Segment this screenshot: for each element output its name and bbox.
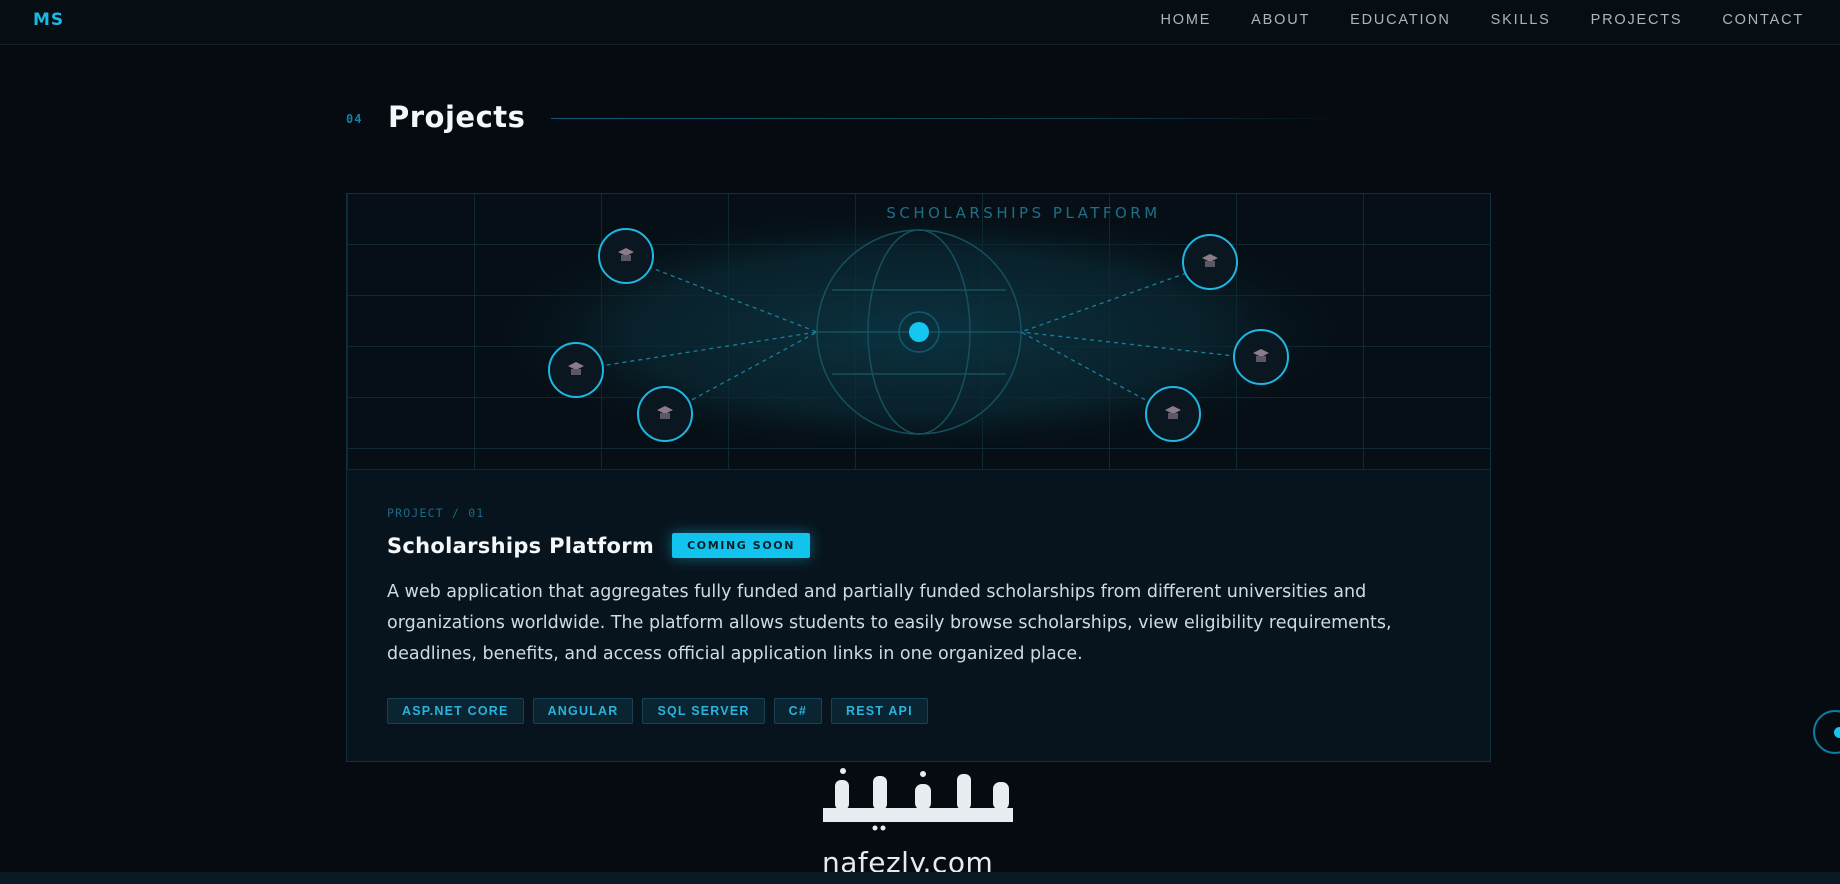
- nav-contact[interactable]: CONTACT: [1722, 12, 1804, 28]
- banner-title: SCHOLARSHIPS PLATFORM: [886, 204, 1161, 222]
- scholarship-node: [1182, 234, 1238, 290]
- tech-tag: SQL SERVER: [642, 698, 765, 724]
- project-details: PROJECT / 01 Scholarships Platform COMIN…: [387, 506, 1457, 724]
- nav-projects[interactable]: PROJECTS: [1591, 12, 1683, 28]
- network-illustration: [504, 214, 1334, 450]
- tech-tags: ASP.NET CORE ANGULAR SQL SERVER C# REST …: [387, 698, 928, 724]
- nav-skills[interactable]: SKILLS: [1491, 12, 1551, 28]
- project-banner: SCHOLARSHIPS PLATFORM: [347, 194, 1490, 470]
- scroll-indicator[interactable]: [1813, 710, 1840, 754]
- next-section-edge: [0, 872, 1840, 884]
- site-logo[interactable]: MS: [33, 10, 64, 30]
- nav-home[interactable]: HOME: [1160, 12, 1211, 28]
- project-card[interactable]: SCHOLARSHIPS PLATFORM PROJECT / 01 Schol…: [346, 193, 1491, 762]
- tech-tag: C#: [773, 698, 822, 724]
- watermark-logo: [823, 768, 1013, 831]
- section-title: Projects: [388, 100, 526, 134]
- scholarship-node: [598, 228, 654, 284]
- scholarship-node: [1145, 386, 1201, 442]
- top-navbar: MS HOME ABOUT EDUCATION SKILLS PROJECTS …: [0, 0, 1840, 45]
- nav-about[interactable]: ABOUT: [1251, 12, 1310, 28]
- nav-education[interactable]: EDUCATION: [1350, 12, 1451, 28]
- section-divider: [551, 118, 1351, 119]
- tech-tag: ASP.NET CORE: [387, 698, 524, 724]
- scholarship-node: [637, 386, 693, 442]
- section-number: 04: [346, 112, 363, 126]
- main-nav: HOME ABOUT EDUCATION SKILLS PROJECTS CON…: [1160, 0, 1804, 40]
- scholarship-node: [1233, 329, 1289, 385]
- status-badge: COMING SOON: [672, 533, 811, 558]
- tech-tag: ANGULAR: [532, 698, 634, 724]
- project-description: A web application that aggregates fully …: [387, 582, 1392, 664]
- hub-dot: [909, 322, 929, 342]
- project-title: Scholarships Platform: [387, 533, 655, 558]
- scholarship-node: [548, 342, 604, 398]
- project-label: PROJECT / 01: [387, 506, 485, 520]
- project-title-row: Scholarships Platform COMING SOON: [387, 533, 811, 558]
- tech-tag: REST API: [830, 698, 928, 724]
